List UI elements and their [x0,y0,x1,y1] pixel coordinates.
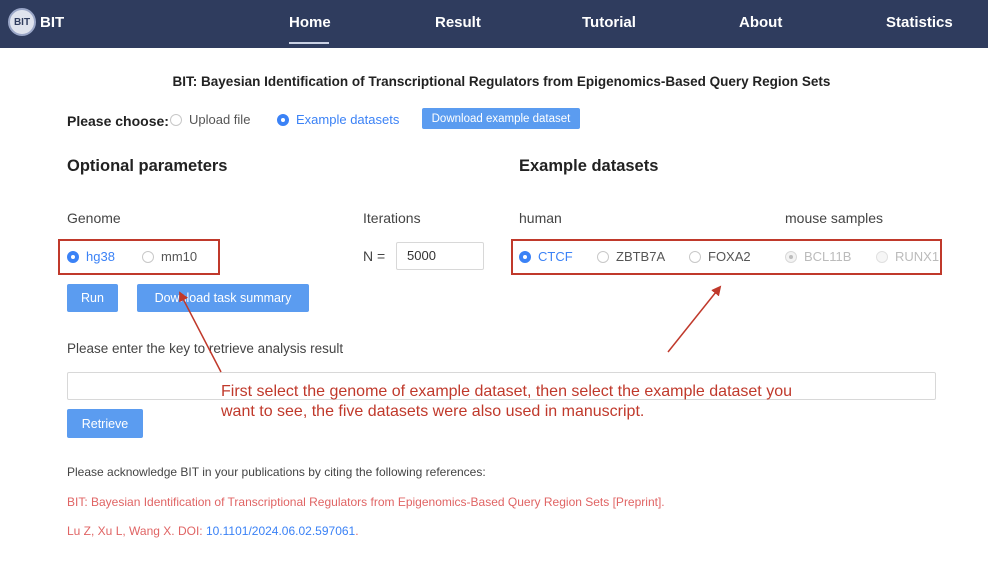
page-title: BIT: Bayesian Identification of Transcri… [172,74,831,89]
navbar: BIT BIT Home Result Tutorial About Stati… [0,0,988,48]
radio-circle[interactable] [519,250,531,263]
reference-2: Lu Z, Xu L, Wang X. DOI: 10.1101/2024.06… [67,524,359,538]
radio-upload-file[interactable]: Upload file [170,112,250,127]
arrow-to-examples [667,285,722,353]
radio-example-datasets[interactable]: Example datasets [277,112,399,127]
example-bcl11b[interactable]: BCL11B [785,249,851,264]
choose-label: Please choose: [67,113,169,129]
download-example-button[interactable]: Download example dataset [422,108,580,129]
example-ctcf[interactable]: CTCF [519,249,573,264]
radio-label: BCL11B [804,249,852,264]
example-zbtb7a[interactable]: ZBTB7A [597,249,665,264]
doi-link[interactable]: 10.1101/2024.06.02.597061 [206,524,355,538]
example-datasets-title: Example datasets [519,157,659,175]
radio-circle[interactable] [67,250,79,263]
radio-circle[interactable] [170,113,182,126]
radio-label: ZBTB7A [616,249,666,264]
radio-circle[interactable] [689,250,701,263]
bit-logo[interactable]: BIT [8,8,36,36]
example-runx1[interactable]: RUNX1 [876,249,939,264]
iterations-label: Iterations [363,210,421,226]
retrieve-button[interactable]: Retrieve [67,409,143,438]
download-task-summary-button[interactable]: Download task summary [137,284,309,312]
nav-about[interactable]: About [739,14,782,31]
human-label: human [519,210,562,226]
radio-circle[interactable] [142,250,154,263]
reference-2-suffix: . [355,524,359,538]
reference-2-authors: Lu Z, Xu L, Wang X. DOI: [67,524,206,538]
example-foxa2[interactable]: FOXA2 [689,249,751,264]
acknowledge-text: Please acknowledge BIT in your publicati… [67,465,486,479]
radio-label: hg38 [86,249,115,264]
radio-label: Upload file [189,112,251,127]
brand-name[interactable]: BIT [40,14,64,31]
nav-tutorial[interactable]: Tutorial [582,14,636,31]
nav-result[interactable]: Result [435,14,481,31]
radio-label: CTCF [538,249,573,264]
optional-parameters-title: Optional parameters [67,157,228,175]
genome-label: Genome [67,210,121,226]
run-button[interactable]: Run [67,284,118,312]
radio-label: RUNX1 [895,249,940,264]
radio-circle[interactable] [876,250,888,263]
radio-circle[interactable] [597,250,609,263]
mouse-samples-label: mouse samples [785,210,884,226]
reference-1: BIT: Bayesian Identification of Transcri… [67,495,665,509]
radio-circle[interactable] [785,250,797,263]
nav-statistics[interactable]: Statistics [886,14,953,31]
n-equals-label: N = [363,248,386,264]
nav-home[interactable]: Home [289,14,331,31]
radio-label: FOXA2 [708,249,751,264]
radio-label: Example datasets [296,112,400,127]
retrieve-key-label: Please enter the key to retrieve analysi… [67,341,344,356]
iterations-input[interactable]: 5000 [396,242,484,270]
genome-mm10[interactable]: mm10 [142,249,197,264]
genome-hg38[interactable]: hg38 [67,249,115,264]
nav-active-indicator [289,42,329,44]
annotation-text: First select the genome of example datas… [221,383,792,420]
radio-circle[interactable] [277,113,289,126]
radio-label: mm10 [161,249,198,264]
